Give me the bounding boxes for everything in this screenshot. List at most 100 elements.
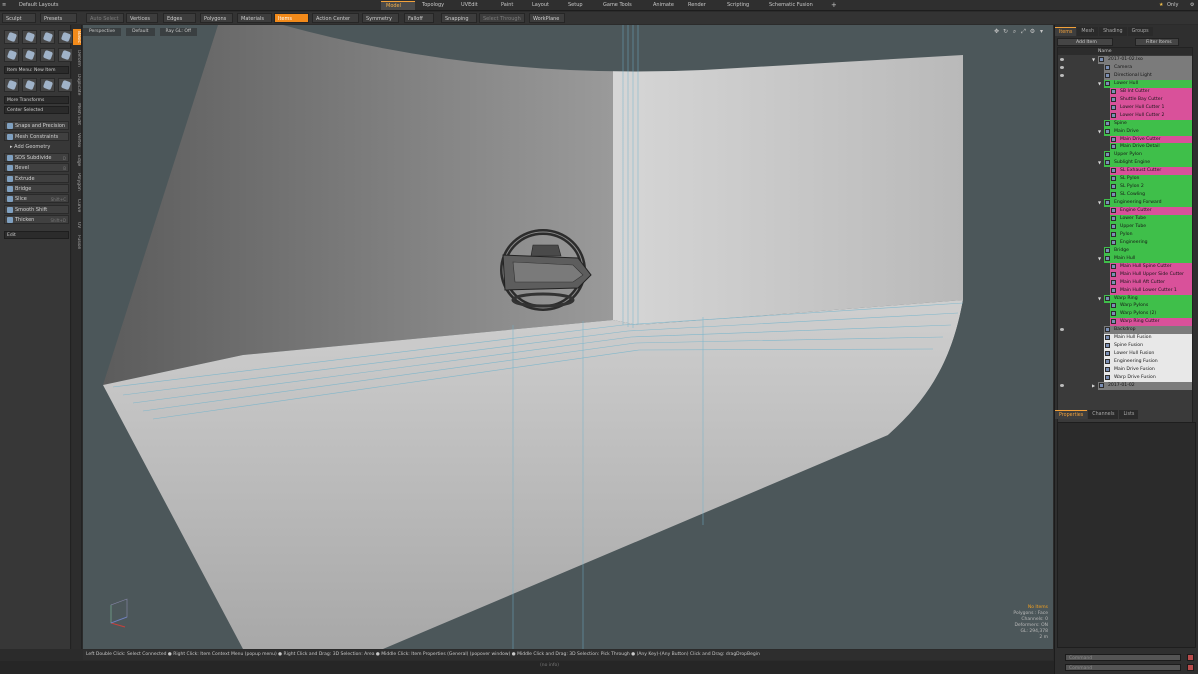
vtab-polygon[interactable]: Polygon <box>73 171 81 193</box>
tab-game-tools[interactable]: Game Tools <box>598 1 646 10</box>
app-menu-icon[interactable]: ≡ <box>2 1 12 10</box>
sphere-icon[interactable] <box>22 30 37 44</box>
text-icon[interactable] <box>58 48 73 62</box>
layout-dropdown[interactable]: Default Layouts <box>14 1 66 10</box>
pan-icon[interactable]: ✥ <box>993 28 1000 35</box>
move-icon[interactable] <box>4 78 19 92</box>
item-name-cell[interactable]: Engineering Forward <box>1104 199 1192 208</box>
properties-tab-lists[interactable]: Lists <box>1119 410 1139 419</box>
command-input-1[interactable]: Command <box>1065 654 1181 661</box>
list-item[interactable]: Directional Light <box>1058 71 1192 80</box>
ray-gl-toggle[interactable]: Ray GL: Off <box>159 28 197 36</box>
item-name-cell[interactable]: 2017-01-02 <box>1098 381 1192 390</box>
list-item[interactable]: Spine <box>1058 119 1192 128</box>
item-name-cell[interactable]: SB Int Cutter <box>1110 87 1192 96</box>
list-item[interactable]: Engine Cutter <box>1058 207 1192 216</box>
list-item[interactable]: Warp Drive Fusion <box>1058 374 1192 382</box>
item-name-cell[interactable]: Main Drive Detail <box>1110 143 1192 152</box>
toolbar-presets-button[interactable]: Presets <box>40 13 77 23</box>
list-item[interactable]: ▼ Main Drive <box>1058 127 1192 136</box>
list-item[interactable]: Lower Tube <box>1058 215 1192 223</box>
list-item[interactable]: SB Int Cutter <box>1058 87 1192 96</box>
expand-arrow-icon[interactable]: ▼ <box>1098 128 1102 136</box>
tab-scripting[interactable]: Scripting <box>722 1 762 10</box>
toolbar-items-button[interactable]: Items <box>274 13 309 23</box>
tab-render[interactable]: Render <box>683 1 720 10</box>
items-tab-mesh[interactable]: Mesh <box>1077 27 1099 36</box>
item-name-cell[interactable]: Lower Hull Cutter 2 <box>1110 111 1192 120</box>
tab-layout[interactable]: Layout <box>527 1 561 10</box>
list-item[interactable]: ▼ Main Hull <box>1058 254 1192 263</box>
list-item[interactable]: Lower Hull Fusion <box>1058 350 1192 359</box>
item-name-cell[interactable]: Engineering <box>1110 238 1192 247</box>
tab-animate[interactable]: Animate <box>648 1 681 10</box>
cylinder-icon[interactable] <box>40 30 55 44</box>
list-item[interactable]: Main Drive Fusion <box>1058 366 1192 375</box>
toolbar-workplane-button[interactable]: WorkPlane <box>529 13 565 23</box>
tool-extrude-button[interactable]: Extrude <box>4 173 69 183</box>
toolbar-materials-button[interactable]: Materials <box>237 13 272 23</box>
name-column-header[interactable]: Name <box>1098 48 1112 55</box>
scale-icon[interactable] <box>40 78 55 92</box>
add-item-button[interactable]: Add Item <box>1057 38 1113 46</box>
vtab-fusion[interactable]: Fusion <box>73 233 81 251</box>
toolbar-sculpt-button[interactable]: Sculpt <box>2 13 36 23</box>
tab-paint[interactable]: Paint <box>496 1 525 10</box>
center-selected-dropdown[interactable]: Center Selected <box>4 106 69 114</box>
list-item[interactable]: Warp Pylons <box>1058 302 1192 311</box>
item-name-cell[interactable]: Main Hull Aft Cutter <box>1110 278 1192 287</box>
item-name-cell[interactable]: Lower Hull Cutter 1 <box>1110 103 1192 112</box>
items-tab-groups[interactable]: Groups <box>1127 27 1153 36</box>
item-name-cell[interactable]: Shuttle Bay Cutter <box>1110 95 1192 104</box>
list-item[interactable]: Pylon <box>1058 230 1192 239</box>
more-transforms-dropdown[interactable]: More Transforms <box>4 96 69 104</box>
zoom-icon[interactable]: ⌕ <box>1011 28 1018 35</box>
list-item[interactable]: ▼ Engineering Forward <box>1058 199 1192 208</box>
list-item[interactable]: Lower Hull Cutter 2 <box>1058 111 1192 120</box>
tab-uvedit[interactable]: UVEdit <box>456 1 494 10</box>
toolbar-edges-button[interactable]: Edges <box>163 13 196 23</box>
toolbar-auto-select-button[interactable]: Auto Select <box>86 13 124 23</box>
tool-bevel-button[interactable]: Bevel B <box>4 163 69 173</box>
vtab-deform[interactable]: Deform <box>73 47 81 69</box>
list-item[interactable]: Main Drive Detail <box>1058 143 1192 152</box>
properties-tab-properties[interactable]: Properties <box>1055 410 1088 419</box>
list-item[interactable]: Main Drive Cutter <box>1058 135 1192 144</box>
toolbar-snapping-button[interactable]: Snapping <box>441 13 477 23</box>
item-name-cell[interactable]: SL Pylon 2 <box>1110 183 1192 192</box>
item-menu-dropdown[interactable]: Item Menu: New Item <box>4 66 69 74</box>
item-name-cell[interactable]: Main Hull Fusion <box>1104 334 1192 343</box>
toolbar-falloff-button[interactable]: Falloff <box>404 13 434 23</box>
vtab-mesh-edit[interactable]: Mesh Edit <box>73 101 81 127</box>
toolbar-select-through-button[interactable]: Select Through <box>479 13 525 23</box>
list-item[interactable]: Upper Tube <box>1058 222 1192 231</box>
transform-icon[interactable] <box>58 78 73 92</box>
item-name-cell[interactable]: Lower Hull Fusion <box>1104 350 1192 359</box>
item-name-cell[interactable]: Spine Fusion <box>1104 342 1192 351</box>
visibility-eye-icon[interactable] <box>1060 58 1064 61</box>
item-name-cell[interactable]: Warp Drive Fusion <box>1104 374 1192 382</box>
visibility-eye-icon[interactable] <box>1060 328 1064 332</box>
list-item[interactable]: Bridge <box>1058 246 1192 255</box>
item-name-cell[interactable]: Warp Pylons <box>1110 302 1192 311</box>
list-item[interactable]: Shuttle Bay Cutter <box>1058 95 1192 104</box>
toolbar-polygons-button[interactable]: Polygons <box>200 13 233 23</box>
list-item[interactable]: SL Pylon 2 <box>1058 183 1192 192</box>
gear-icon[interactable]: ⚙ <box>1185 1 1195 10</box>
list-item[interactable]: Upper Pylon <box>1058 151 1192 160</box>
command-input-2[interactable]: Command <box>1065 664 1181 671</box>
tool-sds-subdivide-button[interactable]: SDS Subdivide D <box>4 153 69 162</box>
item-name-cell[interactable]: Main Hull Upper Side Cutter <box>1110 270 1192 279</box>
filter-items-button[interactable]: Filter Items <box>1135 38 1179 46</box>
tool-slice-button[interactable]: Slice Shift+C <box>4 194 69 204</box>
list-item[interactable]: ▼ Lower Hull <box>1058 79 1192 88</box>
viewport-menu-icon[interactable]: ▾ <box>1038 28 1045 35</box>
list-item[interactable]: ▼ Warp Ring <box>1058 294 1192 303</box>
list-item[interactable]: Main Hull Lower Cutter 1 <box>1058 286 1192 295</box>
list-item[interactable]: ▼ Sublight Engine <box>1058 159 1192 168</box>
expand-arrow-icon[interactable]: ▼ <box>1098 255 1102 263</box>
item-name-cell[interactable]: Upper Pylon <box>1104 151 1192 160</box>
item-name-cell[interactable]: SL Pylon <box>1110 175 1192 184</box>
visibility-eye-icon[interactable] <box>1060 383 1064 387</box>
list-item[interactable]: SL Cowling <box>1058 191 1192 200</box>
